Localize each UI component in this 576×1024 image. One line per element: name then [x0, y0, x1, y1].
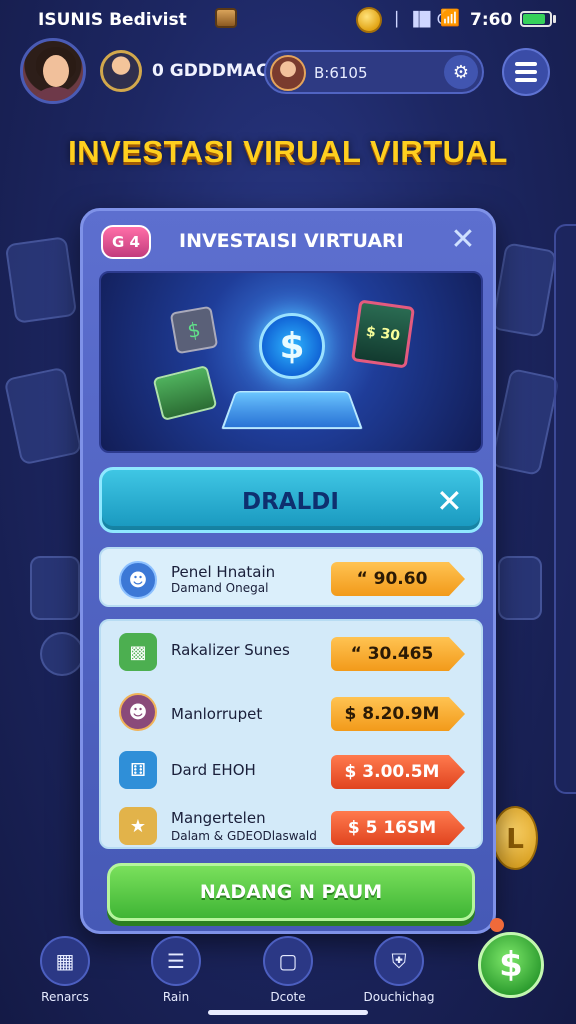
- list-item[interactable]: ▩ Rakalizer Sunes “ 30.465: [101, 623, 485, 679]
- side-coin-icon: L: [492, 806, 538, 870]
- nav-item-rain[interactable]: ☰ Rain: [131, 936, 221, 1016]
- price-tag[interactable]: $ 8.20.9M: [331, 697, 465, 731]
- primary-action-button[interactable]: NADANG N PAUM: [107, 863, 475, 921]
- status-time: 7:60: [470, 10, 513, 30]
- nav-label: Douchichag: [363, 990, 435, 1004]
- clear-search-icon[interactable]: ✕: [436, 482, 463, 520]
- shield-icon: ⛨: [374, 936, 424, 986]
- avatar-face: [43, 55, 69, 87]
- profile-avatar: [270, 55, 306, 91]
- home-indicator[interactable]: [208, 1010, 368, 1015]
- search-bar[interactable]: DRALDI ✕: [99, 467, 483, 533]
- item-sub: Damand Onegal: [171, 581, 269, 595]
- modal-badge: G 4: [101, 225, 151, 259]
- bg-decoration-card: [40, 632, 84, 676]
- wifi-icon: 📶: [440, 8, 460, 27]
- cash-stack-icon: [152, 364, 218, 422]
- item-name: Rakalizer Sunes: [171, 641, 290, 659]
- bg-decoration-card: [4, 236, 78, 324]
- close-icon[interactable]: ✕: [447, 225, 479, 257]
- item-name: Manlorrupet: [171, 705, 263, 723]
- bg-decoration-card: [30, 556, 80, 620]
- modal-banner: $ $ $ 30: [99, 271, 483, 453]
- menu-bar: [515, 78, 537, 82]
- dollar-coin-icon: $: [259, 313, 325, 379]
- nav-label: Renarcs: [41, 990, 89, 1004]
- item-name: Penel Hnatain: [171, 563, 276, 581]
- page-title: INVESTASI VIRUAL VIRTUAL: [68, 134, 508, 169]
- list-item[interactable]: ★ Mangertelen Dalam & GDEODlaswald $ 5 1…: [101, 797, 485, 853]
- status-bar: ISUNIS Bedivist ▏▐█ G 📶 7:60: [0, 0, 576, 40]
- notification-dot: [490, 918, 504, 932]
- side-panel: [554, 224, 576, 794]
- chest-icon: [215, 8, 237, 28]
- price-tag[interactable]: $ 3.00.5M: [331, 755, 465, 789]
- trophy-icon: ★: [119, 807, 157, 845]
- price-tag[interactable]: $ 5 16SM: [331, 811, 465, 845]
- chart-screen-icon: $ 30: [350, 299, 416, 369]
- dice-icon: ⚅: [119, 751, 157, 789]
- companion-avatar[interactable]: [100, 50, 142, 92]
- chat-icon: ▢: [263, 936, 313, 986]
- list-item[interactable]: ☻ Manlorrupet $ 8.20.9M: [101, 683, 485, 739]
- player-avatar[interactable]: [20, 38, 86, 104]
- avatar-body: [29, 87, 83, 101]
- gear-icon[interactable]: ⚙: [444, 55, 478, 89]
- phone-cash-icon: $: [169, 305, 219, 355]
- profile-text: B:6105: [314, 64, 368, 82]
- investment-modal: G 4 INVESTAISI VIRTUARI ✕ $ $ $ 30 DRALD…: [80, 208, 496, 934]
- player-label: 0 GDDDMACS: [152, 61, 282, 81]
- coin-icon: [356, 7, 382, 33]
- dollar-fab-button[interactable]: $: [478, 932, 544, 998]
- laptop-icon: [221, 391, 363, 430]
- menu-bar: [515, 62, 537, 66]
- price-tag[interactable]: “ 90.60: [331, 562, 465, 596]
- side-coin-label: L: [506, 821, 524, 855]
- search-value: DRALDI: [242, 489, 339, 515]
- item-sub: Dalam & GDEODlaswald: [171, 829, 317, 843]
- bg-decoration-card: [498, 556, 542, 620]
- battery-icon: [520, 11, 552, 27]
- nav-label: Rain: [162, 990, 190, 1004]
- investment-list: ▩ Rakalizer Sunes “ 30.465 ☻ Manlorrupet…: [99, 619, 483, 849]
- person-icon: ☻: [119, 561, 157, 599]
- bg-decoration-card: [490, 242, 558, 338]
- map-icon: ▦: [40, 936, 90, 986]
- battery-tip: [553, 15, 556, 23]
- bg-decoration-card: [3, 366, 83, 466]
- cash-icon: ▩: [119, 633, 157, 671]
- investment-list-top: ☻ Penel Hnatain Damand Onegal “ 90.60: [99, 547, 483, 607]
- bg-decoration-card: [490, 367, 560, 477]
- nav-label: Dcote: [270, 990, 306, 1004]
- stack-icon: ☰: [151, 936, 201, 986]
- item-name: Mangertelen: [171, 809, 266, 827]
- list-item[interactable]: ☻ Penel Hnatain Damand Onegal “ 90.60: [101, 551, 485, 607]
- price-tag[interactable]: “ 30.465: [331, 637, 465, 671]
- item-name: Dard EHOH: [171, 761, 256, 779]
- person-icon: ☻: [119, 693, 157, 731]
- profile-pill[interactable]: B:6105 ⚙: [264, 50, 484, 94]
- battery-fill: [523, 14, 546, 24]
- menu-button[interactable]: [502, 48, 550, 96]
- list-item[interactable]: ⚅ Dard EHOH $ 3.00.5M: [101, 741, 485, 797]
- nav-item-douchichag[interactable]: ⛨ Douchichag: [354, 936, 444, 1016]
- status-title: ISUNIS Bedivist: [38, 10, 187, 30]
- modal-title: INVESTAISI VIRTUARI: [179, 230, 404, 252]
- nav-item-dcote[interactable]: ▢ Dcote: [243, 936, 333, 1016]
- menu-bar: [515, 70, 537, 74]
- nav-item-renarcs[interactable]: ▦ Renarcs: [20, 936, 110, 1016]
